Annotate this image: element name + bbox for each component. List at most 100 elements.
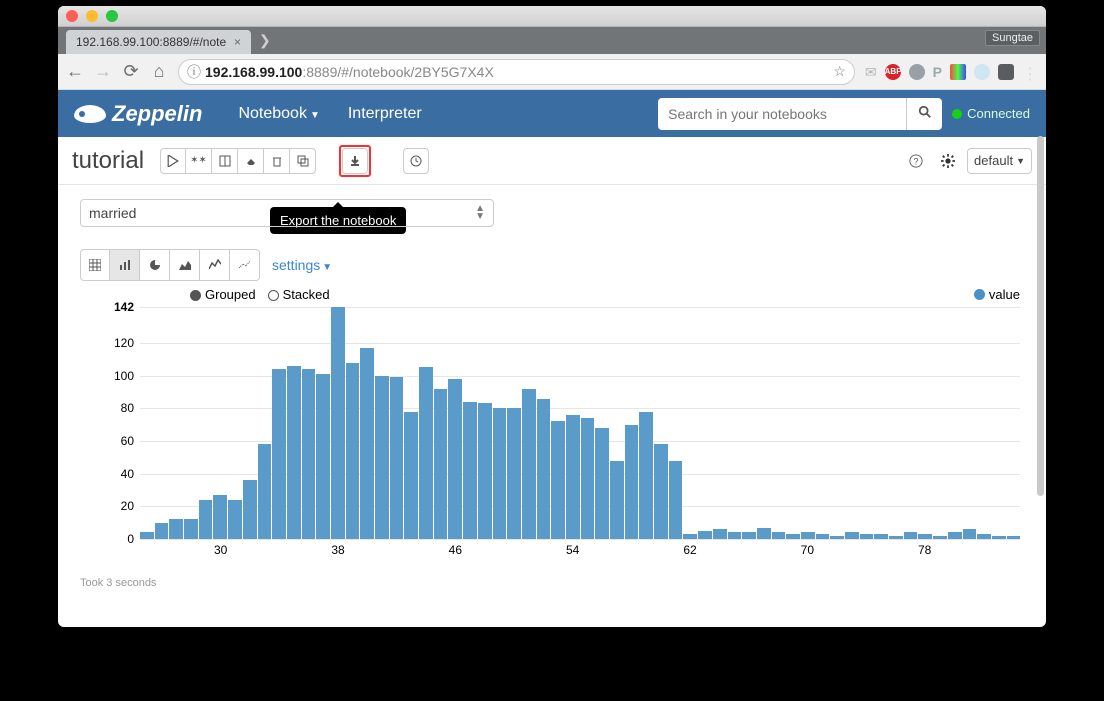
bar[interactable] (184, 519, 198, 539)
bar[interactable] (654, 444, 668, 539)
zeppelin-header: Zeppelin Notebook▼ Interpreter Connected (58, 90, 1046, 137)
search-input[interactable] (658, 98, 906, 130)
svg-text:?: ? (914, 156, 919, 166)
bar[interactable] (390, 377, 404, 539)
mac-zoom-button[interactable] (106, 10, 118, 22)
bar[interactable] (478, 403, 492, 539)
bar[interactable] (228, 500, 242, 539)
save-extension-icon[interactable] (998, 64, 1014, 80)
scheduler-button[interactable] (403, 148, 429, 174)
bar[interactable] (404, 412, 418, 539)
bar[interactable] (522, 389, 536, 539)
show-code-button[interactable] (212, 148, 238, 174)
bar[interactable] (698, 531, 712, 539)
viz-bar-button[interactable] (110, 249, 140, 281)
book-icon (219, 155, 231, 167)
settings-button[interactable] (935, 148, 961, 174)
adblock-extension-icon[interactable]: ABP (885, 64, 901, 80)
connection-label: Connected (967, 106, 1030, 121)
bar[interactable] (434, 389, 448, 539)
clone-button[interactable] (290, 148, 316, 174)
bar[interactable] (595, 428, 609, 539)
forward-button[interactable]: → (94, 61, 112, 82)
reload-button[interactable]: ⟳ (122, 61, 140, 82)
browser-tab[interactable]: 192.168.99.100:8889/#/note… × (66, 30, 251, 54)
drive-extension-icon[interactable] (909, 64, 925, 80)
bar[interactable] (213, 495, 227, 539)
mac-close-button[interactable] (66, 10, 78, 22)
notebook-toolbar: tutorial ✶✶ ? default (58, 137, 1046, 185)
bar[interactable] (360, 348, 374, 539)
stacked-radio[interactable]: Stacked (268, 287, 330, 302)
bar[interactable] (448, 379, 462, 539)
nav-notebook[interactable]: Notebook▼ (238, 105, 319, 123)
new-tab-button[interactable]: ❯ (251, 30, 279, 51)
content-scrollbar[interactable] (1037, 136, 1044, 496)
skype-extension-icon[interactable] (974, 64, 990, 80)
bar[interactable] (258, 444, 272, 539)
bar[interactable] (287, 366, 301, 539)
grouped-radio[interactable]: Grouped (190, 287, 256, 302)
legend-label: value (989, 287, 1020, 302)
viz-scatter-button[interactable] (230, 249, 260, 281)
delete-button[interactable] (264, 148, 290, 174)
bar[interactable] (302, 369, 316, 539)
viz-table-button[interactable] (80, 249, 110, 281)
bar[interactable] (581, 418, 595, 539)
notebook-title[interactable]: tutorial (72, 147, 144, 175)
pocket-extension-icon[interactable]: P (933, 64, 942, 80)
zeppelin-logo[interactable]: Zeppelin (74, 101, 202, 127)
bar[interactable] (463, 402, 477, 539)
bar[interactable] (537, 399, 551, 540)
bar[interactable] (316, 374, 330, 539)
bar[interactable] (375, 376, 389, 539)
zeppelin-nav: Notebook▼ Interpreter (238, 105, 421, 123)
erase-button[interactable] (238, 148, 264, 174)
help-icon: ? (909, 154, 923, 168)
hide-output-button[interactable]: ✶✶ (186, 148, 212, 174)
bar[interactable] (272, 369, 286, 539)
export-notebook-button[interactable] (342, 148, 368, 174)
bar[interactable] (346, 363, 360, 539)
bar[interactable] (625, 425, 639, 539)
viz-line-button[interactable] (200, 249, 230, 281)
address-bar[interactable]: ⓘ 192.168.99.100 :8889/#/notebook/2BY5G7… (178, 59, 855, 85)
bar[interactable] (963, 529, 977, 539)
chart-settings-link[interactable]: settings▼ (272, 257, 332, 273)
mode-dropdown[interactable]: default ▼ (967, 148, 1032, 174)
area-chart-icon (179, 259, 191, 271)
mac-minimize-button[interactable] (86, 10, 98, 22)
bar[interactable] (551, 421, 565, 539)
viz-area-button[interactable] (170, 249, 200, 281)
bar[interactable] (493, 408, 507, 539)
bar[interactable] (757, 528, 771, 539)
paragraph-select[interactable]: married ▲▼ (80, 199, 494, 227)
bar[interactable] (610, 461, 624, 539)
bar[interactable] (713, 529, 727, 539)
browser-menu-icon[interactable]: ⋮ (1022, 64, 1038, 80)
home-button[interactable]: ⌂ (150, 61, 168, 82)
bar[interactable] (669, 461, 683, 539)
site-info-icon[interactable]: ⓘ (187, 62, 201, 82)
color-extension-icon[interactable] (950, 64, 966, 80)
nav-interpreter[interactable]: Interpreter (348, 105, 422, 123)
mail-extension-icon[interactable]: ✉ (865, 64, 877, 80)
tab-close-icon[interactable]: × (234, 35, 241, 49)
bar[interactable] (331, 307, 345, 539)
search-button[interactable] (906, 98, 942, 130)
bar[interactable] (419, 367, 433, 539)
bar[interactable] (507, 408, 521, 539)
viz-pie-button[interactable] (140, 249, 170, 281)
mac-titlebar (58, 6, 1046, 27)
bar[interactable] (566, 415, 580, 539)
shortcut-help-button[interactable]: ? (903, 148, 929, 174)
bar[interactable] (169, 519, 183, 539)
bar[interactable] (199, 500, 213, 539)
bar[interactable] (155, 523, 169, 539)
profile-chip[interactable]: Sungtae (985, 30, 1040, 46)
bar[interactable] (639, 412, 653, 539)
bar[interactable] (243, 480, 257, 539)
back-button[interactable]: ← (66, 61, 84, 82)
bookmark-star-icon[interactable]: ☆ (833, 63, 846, 80)
run-all-button[interactable] (160, 148, 186, 174)
